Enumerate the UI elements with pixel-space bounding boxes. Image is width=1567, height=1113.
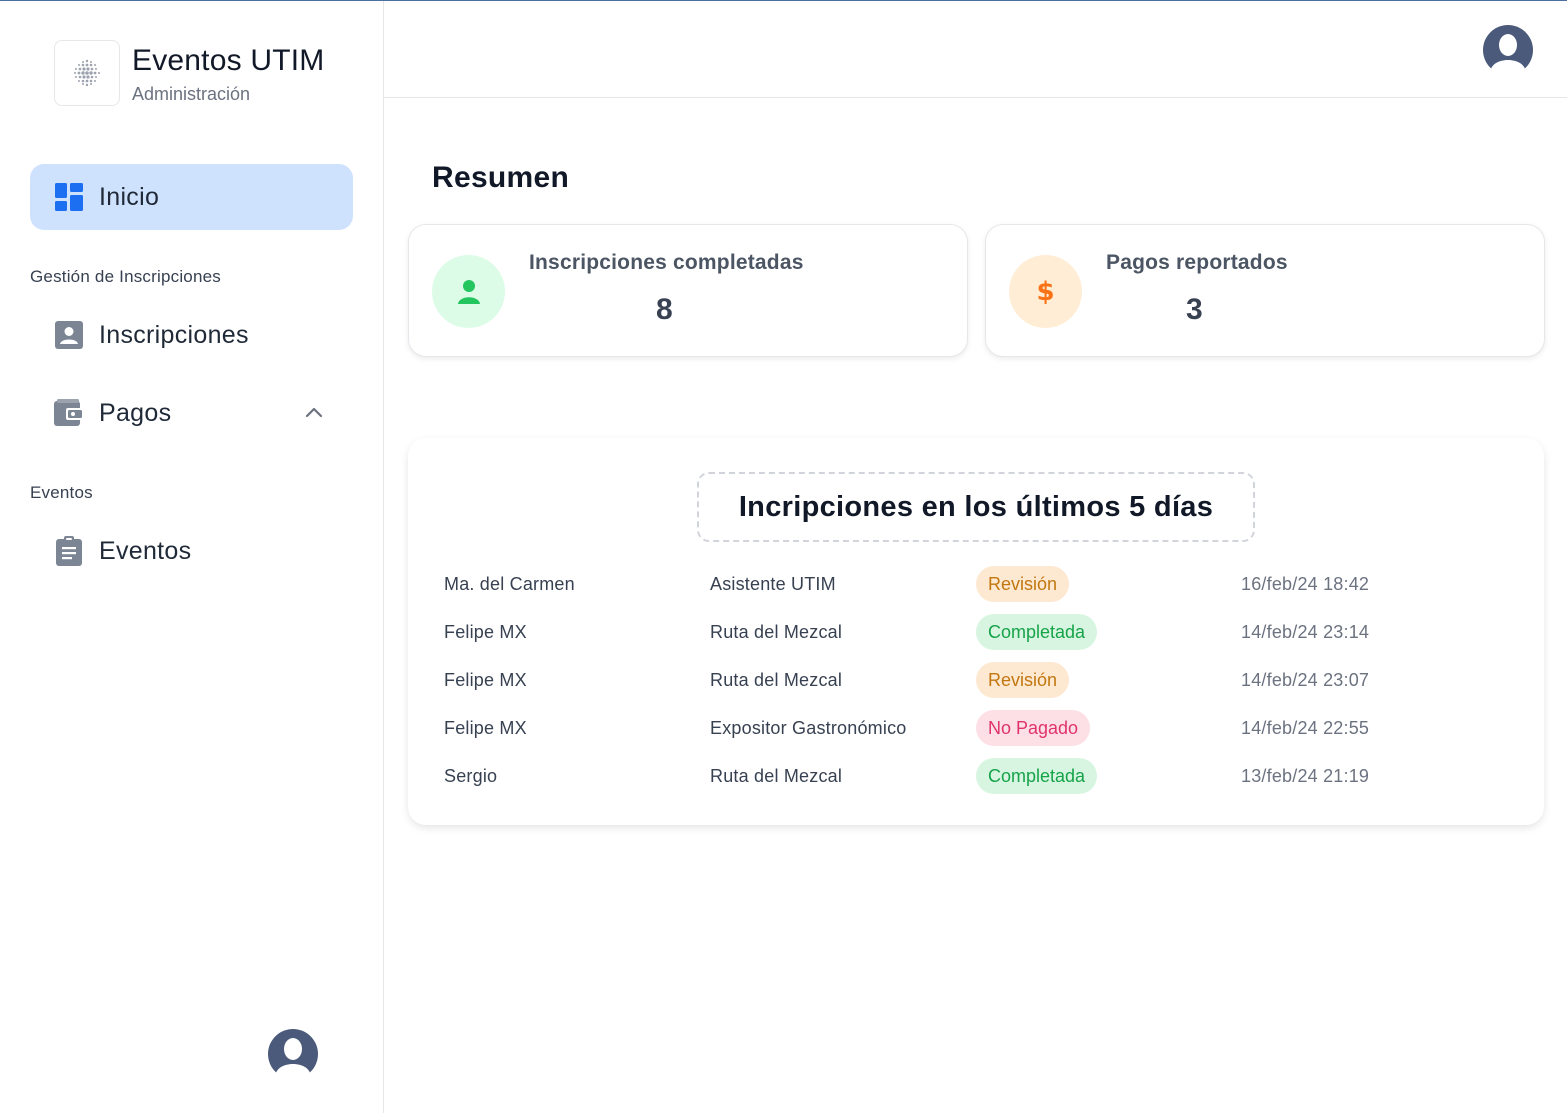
row-name: Felipe MX bbox=[444, 622, 527, 642]
user-icon bbox=[432, 255, 505, 328]
user-card-icon bbox=[54, 320, 84, 350]
row-name: Felipe MX bbox=[444, 718, 527, 738]
dashboard-icon bbox=[54, 182, 84, 212]
app: Eventos UTIM Administración Inicio Gesti… bbox=[0, 0, 1567, 1113]
stat-value: 8 bbox=[656, 293, 673, 326]
row-event: Asistente UTIM bbox=[710, 574, 836, 594]
dollar-icon: $ bbox=[1009, 255, 1082, 328]
table-row[interactable]: Felipe MX Expositor Gastronómico No Paga… bbox=[444, 710, 1524, 758]
avatar[interactable] bbox=[268, 1029, 318, 1080]
row-event: Expositor Gastronómico bbox=[710, 718, 907, 738]
row-name: Felipe MX bbox=[444, 670, 527, 690]
brand[interactable]: Eventos UTIM Administración bbox=[54, 40, 324, 106]
recent-registrations-card: Incripciones en los últimos 5 días Ma. d… bbox=[408, 438, 1544, 825]
stat-value: 3 bbox=[1186, 293, 1203, 326]
recent-title: Incripciones en los últimos 5 días bbox=[738, 490, 1214, 523]
recent-list: Ma. del Carmen Asistente UTIM Revisión 1… bbox=[444, 566, 1524, 806]
status-badge: Completada bbox=[976, 614, 1098, 650]
sidebar-item-label: Eventos bbox=[99, 536, 192, 565]
table-row[interactable]: Ma. del Carmen Asistente UTIM Revisión 1… bbox=[444, 566, 1524, 614]
sidebar-item-label: Inicio bbox=[99, 182, 160, 211]
brand-logo bbox=[54, 40, 120, 106]
wallet-icon bbox=[54, 398, 84, 428]
sidebar-item-pagos[interactable]: Pagos bbox=[30, 380, 353, 446]
stat-label: Pagos reportados bbox=[1106, 251, 1288, 274]
stat-card-inscripciones[interactable]: Inscripciones completadas 8 bbox=[408, 224, 968, 357]
sidebar-item-label: Inscripciones bbox=[99, 320, 249, 349]
row-event: Ruta del Mezcal bbox=[710, 670, 843, 690]
section-label-gestion: Gestión de Inscripciones bbox=[30, 267, 221, 286]
status-badge: No Pagado bbox=[976, 710, 1091, 746]
row-date: 14/feb/24 23:07 bbox=[1241, 670, 1370, 690]
top-bar bbox=[384, 1, 1567, 98]
row-date: 14/feb/24 22:55 bbox=[1241, 718, 1370, 738]
sidebar-item-label: Pagos bbox=[99, 398, 172, 427]
status-badge: Revisión bbox=[976, 662, 1070, 698]
user-avatar-icon bbox=[268, 1029, 318, 1080]
row-date: 13/feb/24 21:19 bbox=[1241, 766, 1370, 786]
row-event: Ruta del Mezcal bbox=[710, 766, 843, 786]
user-avatar-icon bbox=[1483, 25, 1533, 76]
row-date: 14/feb/24 23:14 bbox=[1241, 622, 1370, 642]
recent-title-box: Incripciones en los últimos 5 días bbox=[697, 472, 1255, 542]
row-date: 16/feb/24 18:42 bbox=[1241, 574, 1370, 594]
table-row[interactable]: Felipe MX Ruta del Mezcal Completada 14/… bbox=[444, 614, 1524, 662]
status-badge: Revisión bbox=[976, 566, 1070, 602]
row-event: Ruta del Mezcal bbox=[710, 622, 843, 642]
sidebar-item-inscripciones[interactable]: Inscripciones bbox=[30, 302, 353, 368]
avatar[interactable] bbox=[1483, 25, 1533, 76]
clipboard-icon bbox=[54, 536, 84, 566]
section-label-eventos: Eventos bbox=[30, 483, 93, 502]
sidebar-item-eventos[interactable]: Eventos bbox=[30, 518, 353, 584]
page-title: Resumen bbox=[432, 161, 570, 194]
table-row[interactable]: Sergio Ruta del Mezcal Completada 13/feb… bbox=[444, 758, 1524, 806]
brand-title: Eventos UTIM bbox=[132, 44, 325, 77]
status-badge: Completada bbox=[976, 758, 1098, 794]
brand-subtitle: Administración bbox=[132, 84, 251, 104]
row-name: Ma. del Carmen bbox=[444, 574, 575, 594]
chevron-up-icon[interactable] bbox=[303, 402, 325, 424]
row-name: Sergio bbox=[444, 766, 498, 786]
sidebar: Eventos UTIM Administración Inicio Gesti… bbox=[0, 1, 384, 1113]
table-row[interactable]: Felipe MX Ruta del Mezcal Revisión 14/fe… bbox=[444, 662, 1524, 710]
stat-card-pagos[interactable]: $ Pagos reportados 3 bbox=[985, 224, 1545, 357]
dotted-globe-icon bbox=[74, 59, 100, 87]
sidebar-item-inicio[interactable]: Inicio bbox=[30, 164, 353, 230]
stat-label: Inscripciones completadas bbox=[529, 251, 804, 274]
